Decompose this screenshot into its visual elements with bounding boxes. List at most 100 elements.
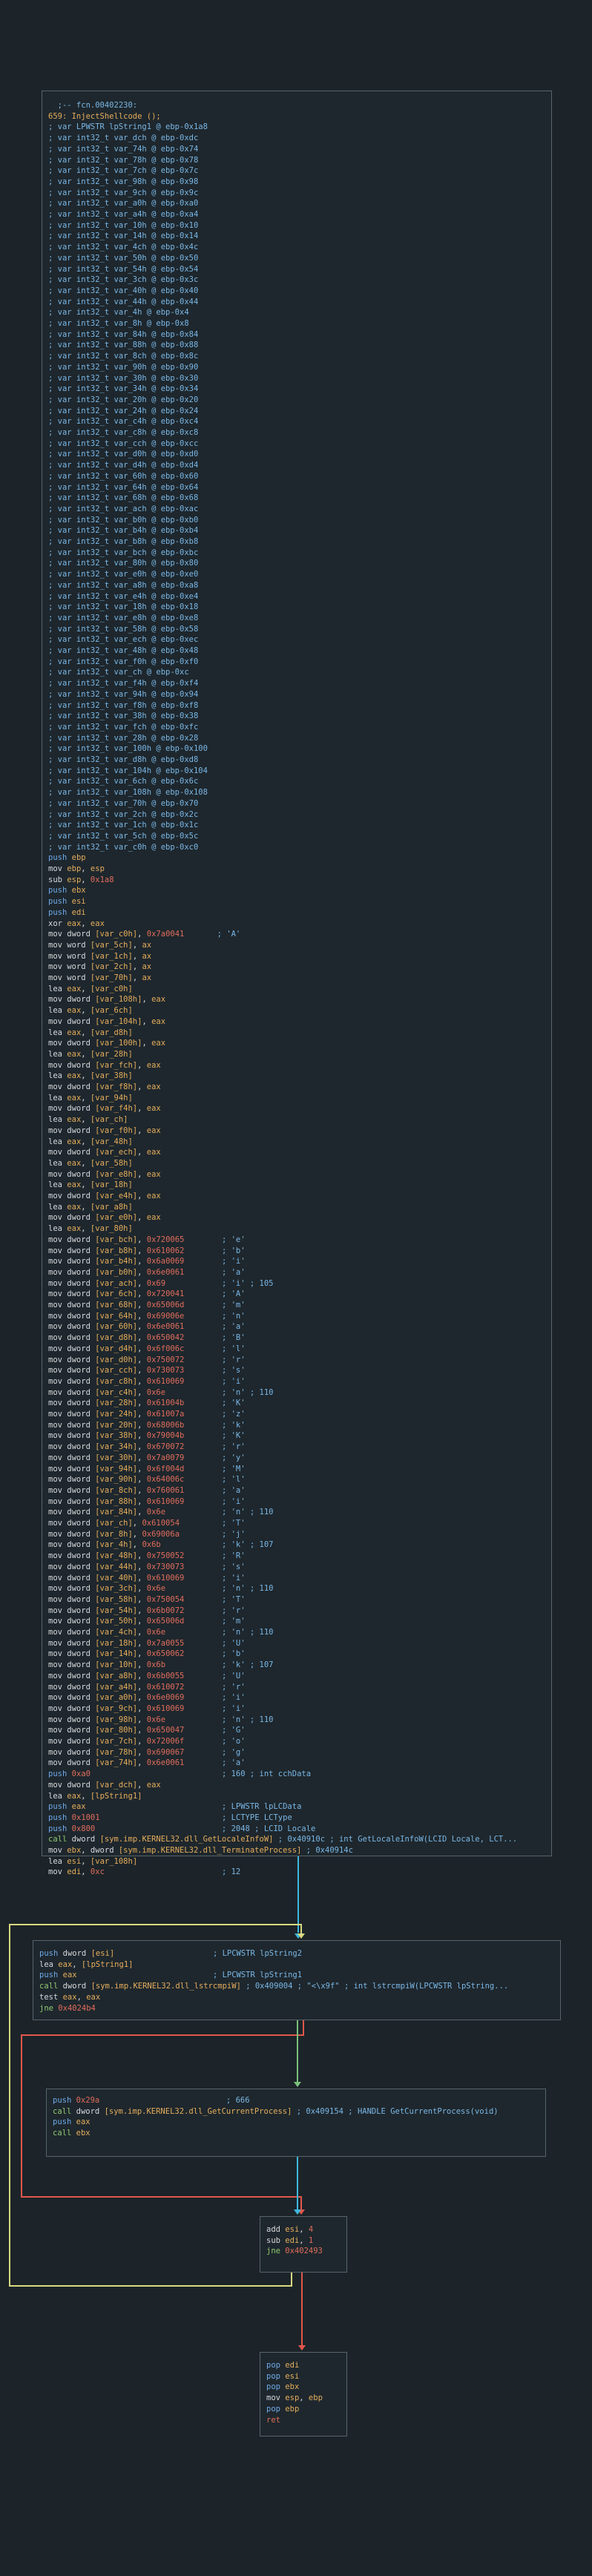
node1-code-line[interactable]: mov dword [var_30h], 0x7a0079 ; 'y' bbox=[42, 1453, 551, 1463]
node1-vars-line[interactable]: ; var int32_t var_7ch @ ebp-0x7c bbox=[42, 165, 551, 176]
node1-vars-line[interactable]: ; var int32_t var_a4h @ ebp-0xa4 bbox=[42, 209, 551, 220]
node1-vars-line[interactable]: ; var int32_t var_c4h @ ebp-0xc4 bbox=[42, 416, 551, 427]
node3-code-line[interactable]: call ebx bbox=[47, 2128, 545, 2138]
node5-code-line[interactable]: pop edi bbox=[260, 2360, 346, 2370]
node1-code-line[interactable]: lea eax, [var_80h] bbox=[42, 1223, 551, 1234]
node1-code-line[interactable]: mov dword [var_98h], 0x6e ; 'n' ; 110 bbox=[42, 1715, 551, 1725]
node1-code-line[interactable]: mov dword [var_6ch], 0x720041 ; 'A' bbox=[42, 1289, 551, 1299]
node5-code-line[interactable]: pop esi bbox=[260, 2371, 346, 2382]
node5-code-line[interactable]: ret bbox=[260, 2415, 346, 2425]
node1-code-line[interactable]: mov dword [var_d4h], 0x6f006c ; 'l' bbox=[42, 1344, 551, 1354]
node1-code-line[interactable]: mov dword [var_e8h], eax bbox=[42, 1169, 551, 1180]
node1-code-line[interactable]: mov dword [var_b4h], 0x6a0069 ; 'i' bbox=[42, 1256, 551, 1266]
node1-code-line[interactable]: mov dword [var_dch], eax bbox=[42, 1780, 551, 1790]
node1-code-line[interactable]: mov dword [var_a0h], 0x6e0069 ; 'i' bbox=[42, 1692, 551, 1703]
node1-vars-line[interactable]: ; var int32_t var_34h @ ebp-0x34 bbox=[42, 384, 551, 394]
node3-code-line[interactable]: call dword [sym.imp.KERNEL32.dll_GetCurr… bbox=[47, 2106, 545, 2117]
node1-code-line[interactable]: mov dword [var_fch], eax bbox=[42, 1060, 551, 1071]
node1-vars-line[interactable]: ; var int32_t var_74h @ ebp-0x74 bbox=[42, 144, 551, 154]
basic-block-entry[interactable]: ;-- fcn.00402230: 659: InjectShellcode ()… bbox=[42, 91, 552, 1876]
node1-vars-line[interactable]: ; var int32_t var_48h @ ebp-0x48 bbox=[42, 645, 551, 656]
node1-code-line[interactable]: mov dword [var_24h], 0x61007a ; 'z' bbox=[42, 1409, 551, 1419]
node1-code-line[interactable]: mov dword [var_8h], 0x69006a ; 'j' bbox=[42, 1529, 551, 1540]
node1-code-line[interactable]: lea eax, [var_58h] bbox=[42, 1158, 551, 1169]
node2-code-line[interactable]: push eax ; LPCWSTR lpString1 bbox=[33, 1970, 560, 1980]
basic-block-compare-loop[interactable]: push dword [esi] ; LPCWSTR lpString2 lea … bbox=[33, 1940, 561, 2020]
node1-code-line[interactable]: lea eax, [var_d8h] bbox=[42, 1028, 551, 1038]
node1-code-line[interactable]: mov dword [var_34h], 0x670072 ; 'r' bbox=[42, 1442, 551, 1452]
node1-code-line[interactable]: mov word [var_2ch], ax bbox=[42, 962, 551, 972]
basic-block-loop-increment[interactable]: add esi, 4 sub edi, 1 jne 0x402493 bbox=[260, 2216, 347, 2273]
node1-code-line[interactable]: mov dword [var_ch], 0x610054 ; 'T' bbox=[42, 1518, 551, 1528]
node1-code-line[interactable]: mov dword [var_94h], 0x6f004d ; 'M' bbox=[42, 1464, 551, 1474]
node1-vars-line[interactable]: ; var int32_t var_18h @ ebp-0x18 bbox=[42, 602, 551, 612]
node1-code-line[interactable]: mov dword [var_9ch], 0x610069 ; 'i' bbox=[42, 1703, 551, 1714]
node1-code-line[interactable]: mov dword [var_c0h], 0x7a0041 ; 'A' bbox=[42, 929, 551, 939]
node1-vars-line[interactable]: ; var int32_t var_58h @ ebp-0x58 bbox=[42, 624, 551, 634]
node5-code-line[interactable]: mov esp, ebp bbox=[260, 2393, 346, 2403]
node1-code-line[interactable]: mov dword [var_104h], eax bbox=[42, 1016, 551, 1027]
node1-code-line[interactable]: lea eax, [var_6ch] bbox=[42, 1005, 551, 1016]
node1-code-line[interactable]: mov dword [var_84h], 0x6e ; 'n' ; 110 bbox=[42, 1507, 551, 1517]
node1-vars-line[interactable]: ; var int32_t var_6ch @ ebp-0x6c bbox=[42, 776, 551, 786]
node1-code-line[interactable]: mov word [var_1ch], ax bbox=[42, 951, 551, 962]
node1-vars-line[interactable]: ; var int32_t var_8ch @ ebp-0x8c bbox=[42, 351, 551, 361]
node1-vars-line[interactable]: ; var int32_t var_88h @ ebp-0x88 bbox=[42, 340, 551, 350]
node1-code-line[interactable]: mov dword [var_28h], 0x61004b ; 'K' bbox=[42, 1398, 551, 1408]
node1-code-line[interactable]: mov dword [var_78h], 0x690067 ; 'g' bbox=[42, 1747, 551, 1758]
node1-code-line[interactable]: lea eax, [var_ch] bbox=[42, 1114, 551, 1125]
node1-vars-line[interactable]: ; var LPWSTR lpString1 @ ebp-0x1a8 bbox=[42, 122, 551, 132]
node1-code-line[interactable]: mov dword [var_44h], 0x730073 ; 's' bbox=[42, 1562, 551, 1572]
node1-code-line[interactable]: lea eax, [var_a8h] bbox=[42, 1202, 551, 1212]
node4-code-line[interactable]: add esi, 4 bbox=[260, 2224, 346, 2235]
node1-vars-line[interactable]: ; var int32_t var_b8h @ ebp-0xb8 bbox=[42, 536, 551, 547]
node1-code-line[interactable]: mov dword [var_90h], 0x64006c ; 'l' bbox=[42, 1474, 551, 1485]
node1-vars-line[interactable]: ; var int32_t var_14h @ ebp-0x14 bbox=[42, 231, 551, 241]
node1-code-line[interactable]: mov dword [var_40h], 0x610069 ; 'i' bbox=[42, 1573, 551, 1583]
node1-vars-line[interactable]: ; var int32_t var_10h @ ebp-0x10 bbox=[42, 220, 551, 231]
node1-code-line[interactable]: mov dword [var_e4h], eax bbox=[42, 1191, 551, 1201]
node1-code-line[interactable]: mov dword [var_f0h], eax bbox=[42, 1126, 551, 1136]
node1-vars-line[interactable]: ; var int32_t var_ch @ ebp-0xc bbox=[42, 667, 551, 677]
node1-code-line[interactable]: push eax ; LPWSTR lpLCData bbox=[42, 1801, 551, 1812]
node1-code-line[interactable]: push 0x800 ; 2048 ; LCID Locale bbox=[42, 1824, 551, 1834]
node1-vars-line[interactable]: ; var int32_t var_68h @ ebp-0x68 bbox=[42, 493, 551, 503]
node1-vars-line[interactable]: ; var int32_t var_38h @ ebp-0x38 bbox=[42, 711, 551, 721]
node1-vars-line[interactable]: ; var int32_t var_e4h @ ebp-0xe4 bbox=[42, 591, 551, 602]
node1-code-line[interactable]: push esi bbox=[42, 896, 551, 907]
node1-code-line[interactable]: push ebp bbox=[42, 852, 551, 863]
node4-code-line[interactable]: sub edi, 1 bbox=[260, 2235, 346, 2246]
node1-code-line[interactable]: mov dword [var_14h], 0x650062 ; 'b' bbox=[42, 1649, 551, 1659]
node1-code-line[interactable]: mov dword [var_d0h], 0x750072 ; 'r' bbox=[42, 1355, 551, 1365]
node1-vars-line[interactable]: ; var int32_t var_54h @ ebp-0x54 bbox=[42, 264, 551, 275]
node1-code-line[interactable]: mov dword [var_8ch], 0x760061 ; 'a' bbox=[42, 1485, 551, 1496]
node1-vars-line[interactable]: ; var int32_t var_f8h @ ebp-0xf8 bbox=[42, 700, 551, 711]
node1-code-line[interactable]: lea eax, [var_c0h] bbox=[42, 984, 551, 994]
node1-vars-line[interactable]: ; var int32_t var_100h @ ebp-0x100 bbox=[42, 743, 551, 754]
node1-vars-line[interactable]: ; var int32_t var_ech @ ebp-0xec bbox=[42, 634, 551, 645]
node1-code-line[interactable]: mov dword [var_c4h], 0x6e ; 'n' ; 110 bbox=[42, 1387, 551, 1398]
node1-vars-line[interactable]: ; var int32_t var_e0h @ ebp-0xe0 bbox=[42, 569, 551, 579]
node1-code-line[interactable]: mov dword [var_50h], 0x65006d ; 'm' bbox=[42, 1616, 551, 1626]
node1-code-line[interactable]: mov dword [var_f4h], eax bbox=[42, 1103, 551, 1114]
node1-vars-line[interactable]: ; var int32_t var_80h @ ebp-0x80 bbox=[42, 558, 551, 568]
node1-code-line[interactable]: mov word [var_5ch], ax bbox=[42, 940, 551, 950]
node5-code-line[interactable]: pop ebp bbox=[260, 2404, 346, 2414]
node2-code-line[interactable]: push dword [esi] ; LPCWSTR lpString2 bbox=[33, 1948, 560, 1959]
node3-code-line[interactable]: push 0x29a ; 666 bbox=[47, 2095, 545, 2106]
node1-code-line[interactable]: mov dword [var_f8h], eax bbox=[42, 1082, 551, 1092]
node1-vars-line[interactable]: ; var int32_t var_bch @ ebp-0xbc bbox=[42, 548, 551, 558]
node1-code-line[interactable]: mov dword [var_20h], 0x68006b ; 'k' bbox=[42, 1420, 551, 1430]
node1-code-line[interactable]: mov dword [var_10h], 0x6b ; 'k' ; 107 bbox=[42, 1660, 551, 1670]
node1-code-line[interactable]: mov ebx, dword [sym.imp.KERNEL32.dll_Ter… bbox=[42, 1845, 551, 1856]
node1-vars-line[interactable]: ; var int32_t var_24h @ ebp-0x24 bbox=[42, 406, 551, 416]
node2-code-line[interactable]: call dword [sym.imp.KERNEL32.dll_lstrcmp… bbox=[33, 1981, 560, 1991]
node1-vars-line[interactable]: ; var int32_t var_78h @ ebp-0x78 bbox=[42, 155, 551, 165]
node1-vars-line[interactable]: ; var int32_t var_94h @ ebp-0x94 bbox=[42, 689, 551, 700]
node5-code-line[interactable]: pop ebx bbox=[260, 2382, 346, 2392]
node1-vars-line[interactable]: ; var int32_t var_104h @ ebp-0x104 bbox=[42, 766, 551, 776]
node1-vars-line[interactable]: ; var int32_t var_d8h @ ebp-0xd8 bbox=[42, 755, 551, 765]
node1-vars-line[interactable]: ; var int32_t var_90h @ ebp-0x90 bbox=[42, 362, 551, 372]
node1-vars-line[interactable]: ; var int32_t var_e8h @ ebp-0xe8 bbox=[42, 613, 551, 623]
node1-vars-line[interactable]: ; var int32_t var_40h @ ebp-0x40 bbox=[42, 286, 551, 296]
